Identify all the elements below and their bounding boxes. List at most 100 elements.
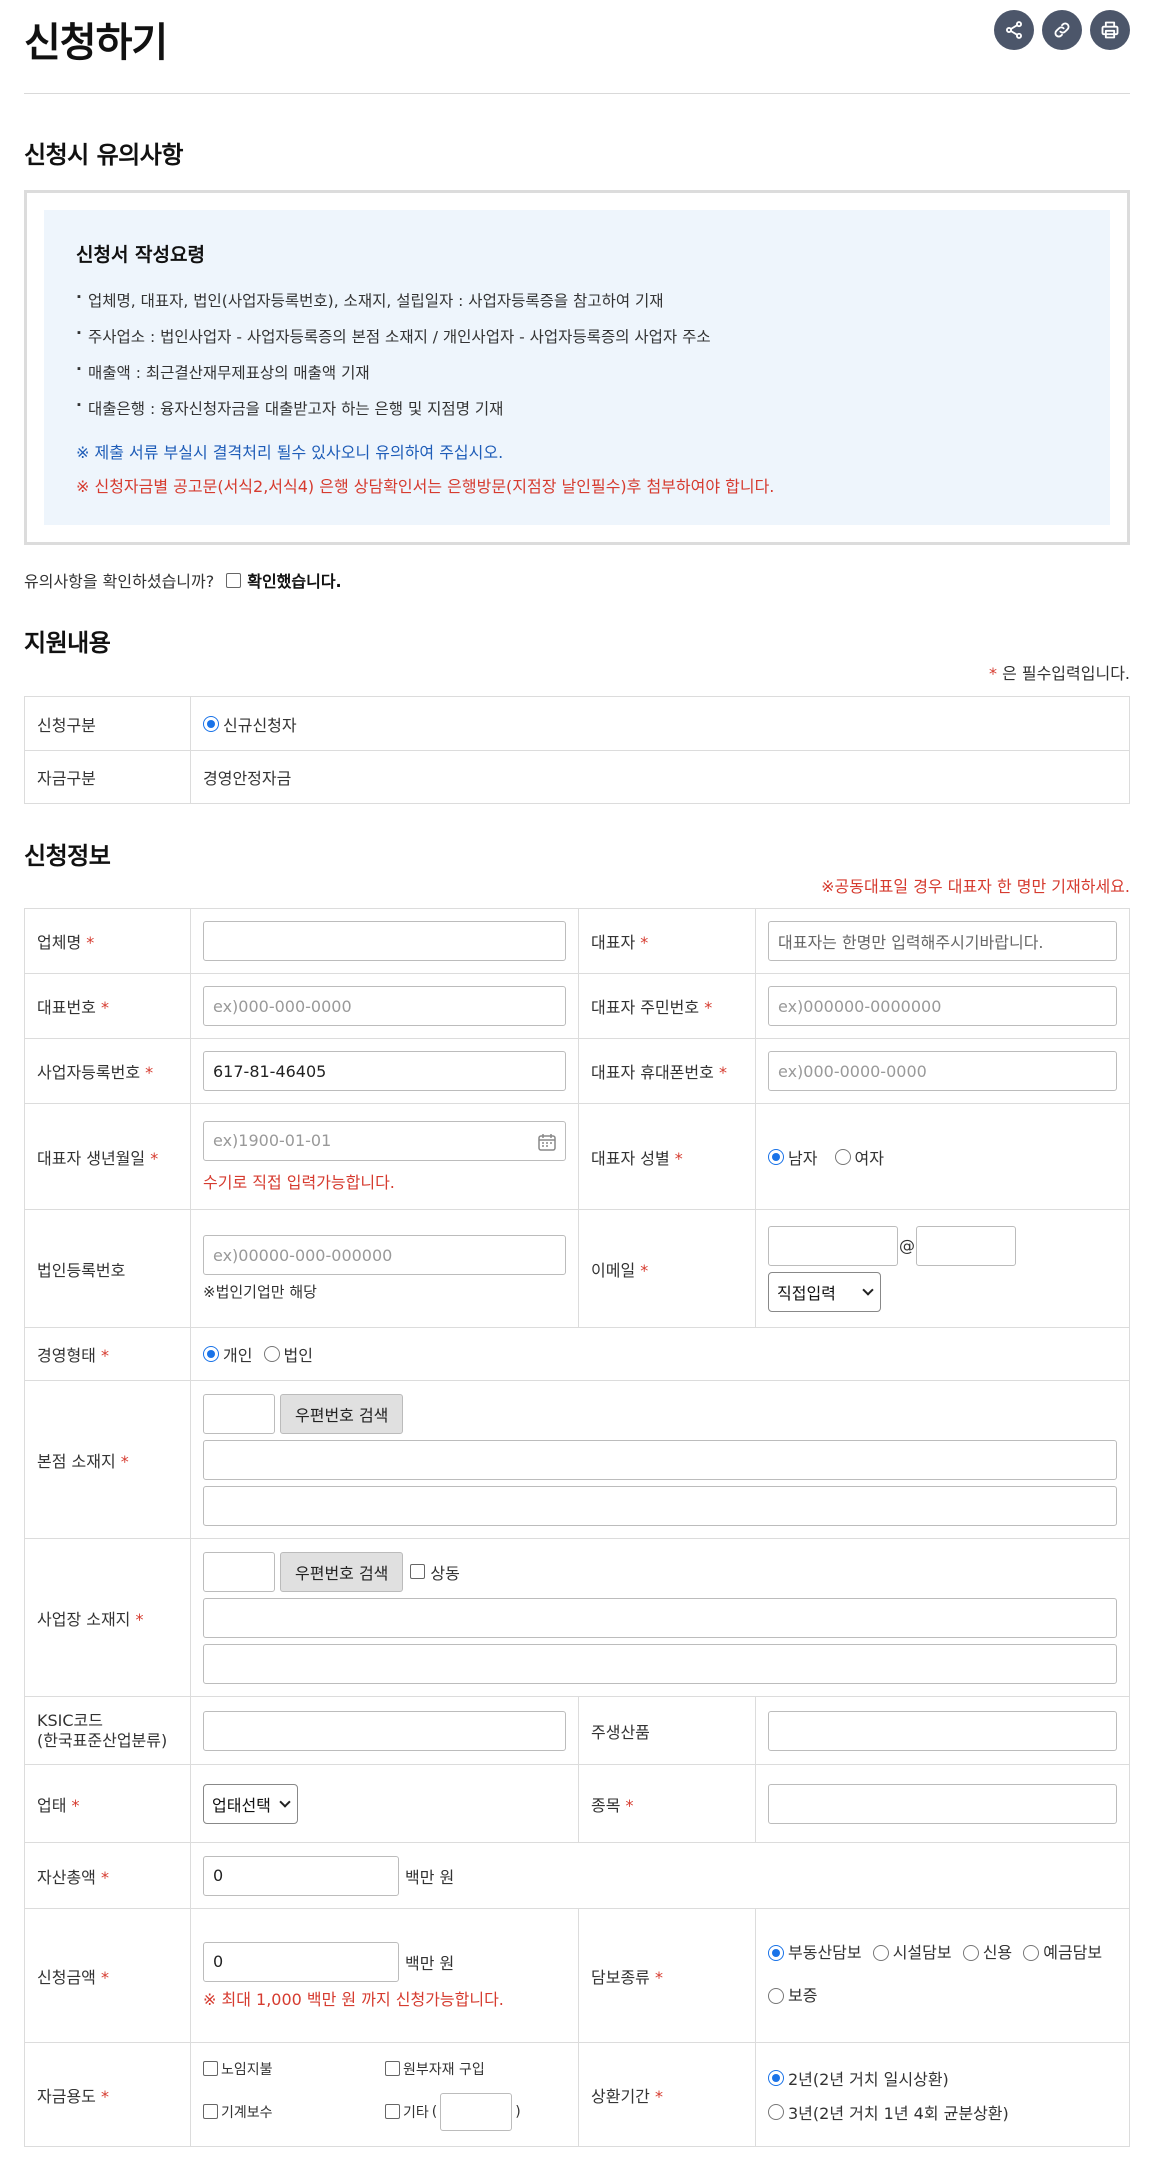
required-star: *	[625, 1795, 634, 1815]
usage-option-repair[interactable]: 기계보수	[203, 2102, 385, 2122]
type-label: 신청구분	[24, 696, 191, 751]
usage-materials-label: 원부자재 구입	[403, 2061, 485, 2078]
required-star: *	[100, 1346, 109, 1365]
hq-zip-input[interactable]	[203, 1393, 275, 1434]
corpno-label: 법인등록번호	[37, 1260, 126, 1280]
ceo-mobile-input[interactable]: ex)000-0000-0000	[768, 1051, 1117, 1091]
amount-input[interactable]: 0	[203, 1941, 399, 1982]
biztype-option-individual[interactable]: 개인	[203, 1342, 252, 1366]
usage-option-materials[interactable]: 원부자재 구입	[385, 2059, 485, 2079]
required-star: *	[135, 1609, 144, 1629]
site-label: 사업장 소재지	[37, 1609, 131, 1629]
usage-other-checkbox[interactable]	[385, 2104, 400, 2119]
radio-selected[interactable]	[203, 715, 219, 732]
corpno-hint: ※법인기업만 해당	[203, 1283, 317, 1301]
page-title: 신청하기	[24, 20, 168, 66]
radio-unselected[interactable]	[768, 1987, 784, 2004]
radio-selected[interactable]	[768, 2069, 784, 2086]
amount-label: 신청금액	[37, 1967, 96, 1987]
share-toolbar	[994, 10, 1130, 50]
same-as-hq-label[interactable]: 상동	[430, 1560, 459, 1584]
confirm-checkbox[interactable]	[226, 572, 242, 588]
radio-selected[interactable]	[203, 1346, 219, 1362]
usage-option-other[interactable]: 기타()	[385, 2092, 521, 2131]
gender-option-female[interactable]: 여자	[834, 1145, 884, 1169]
hq-address2-input[interactable]	[203, 1485, 1117, 1526]
collateral-facility-label: 시설담보	[892, 1942, 952, 1962]
assets-value: 0	[213, 1866, 224, 1885]
usage-repair-label: 기계보수	[221, 2104, 273, 2121]
share-button[interactable]	[994, 10, 1034, 50]
hq-label: 본점 소재지	[37, 1451, 116, 1471]
company-name-input[interactable]	[203, 921, 566, 961]
usage-option-wages[interactable]: 노임지불	[203, 2059, 385, 2079]
radio-unselected[interactable]	[1023, 1944, 1040, 1961]
phone-input[interactable]: ex)000-000-0000	[203, 986, 566, 1026]
industry-select-value: 업태선택	[212, 1795, 271, 1815]
hq-address1-input[interactable]	[203, 1439, 1117, 1480]
hq-zip-search-button[interactable]: 우편번호 검색	[280, 1393, 404, 1434]
assets-unit: 백만 원	[405, 1867, 455, 1887]
fund-label: 자금구분	[24, 750, 191, 804]
radio-unselected[interactable]	[834, 1148, 851, 1165]
assets-label: 자산총액	[37, 1867, 96, 1887]
item-label: 종목	[591, 1795, 621, 1815]
biztype-label: 경영형태	[37, 1346, 96, 1365]
usage-other-input[interactable]	[440, 2092, 513, 2131]
collateral-option-realestate[interactable]: 부동산담보	[768, 1933, 862, 1973]
gender-label: 대표자 성별	[591, 1148, 670, 1168]
print-button[interactable]	[1090, 10, 1130, 50]
radio-unselected[interactable]	[872, 1944, 889, 1961]
confirm-label[interactable]: 확인했습니다.	[247, 568, 341, 592]
radio-unselected[interactable]	[962, 1944, 979, 1961]
required-star: *	[988, 664, 997, 683]
email-domain-select[interactable]: 직접입력	[768, 1271, 881, 1312]
product-input[interactable]	[768, 1710, 1117, 1751]
collateral-option-credit[interactable]: 신용	[962, 1933, 1013, 1973]
ceo-id-input[interactable]: ex)000000-0000000	[768, 986, 1117, 1026]
notice-heading: 신청시 유의사항	[24, 141, 183, 169]
required-star: *	[120, 1451, 129, 1471]
industry-label: 업태	[37, 1795, 67, 1815]
usage-wages-checkbox[interactable]	[203, 2061, 218, 2076]
calendar-icon[interactable]	[537, 1132, 557, 1152]
email-domain-input[interactable]	[916, 1225, 1016, 1266]
same-as-hq-checkbox[interactable]	[410, 1564, 426, 1579]
notice-list: 업체명, 대표자, 법인(사업자등록번호), 소재지, 설립일자 : 사업자등록…	[76, 288, 1078, 419]
collateral-option-deposit[interactable]: 예금담보	[1023, 1933, 1102, 1973]
site-address1-input[interactable]	[203, 1597, 1117, 1638]
ceo-input[interactable]: 대표자는 한명만 입력해주시기바랍니다.	[768, 921, 1117, 961]
biztype-option-corporation[interactable]: 법인	[263, 1342, 313, 1366]
radio-selected[interactable]	[768, 1148, 784, 1165]
site-zip-search-button[interactable]: 우편번호 검색	[280, 1551, 404, 1592]
collateral-option-facility[interactable]: 시설담보	[872, 1933, 952, 1973]
repay-option-2y[interactable]: 2년(2년 거치 일시상환)	[768, 2066, 949, 2090]
gender-option-male[interactable]: 남자	[768, 1145, 817, 1169]
usage-repair-checkbox[interactable]	[203, 2104, 218, 2119]
radio-selected[interactable]	[768, 1944, 784, 1961]
ksic-input[interactable]	[203, 1710, 566, 1751]
industry-select[interactable]: 업태선택	[203, 1783, 298, 1824]
site-address2-input[interactable]	[203, 1643, 1117, 1684]
email-local-input[interactable]	[768, 1225, 898, 1266]
phone-label: 대표번호	[37, 998, 96, 1017]
bizno-input[interactable]: 617-81-46405	[203, 1051, 566, 1091]
required-star: *	[71, 1795, 80, 1815]
repay-3y-label: 3년(2년 거치 1년 4회 균분상환)	[788, 2103, 1009, 2123]
assets-input[interactable]: 0	[203, 1855, 399, 1896]
radio-unselected[interactable]	[263, 1346, 280, 1362]
birth-input[interactable]: ex)1900-01-01	[203, 1120, 566, 1161]
type-option-new[interactable]: 신규신청자	[203, 712, 297, 736]
collateral-option-guarantee[interactable]: 보증	[768, 1976, 817, 2016]
item-input[interactable]	[768, 1783, 1117, 1824]
corpno-placeholder: ex)00000-000-000000	[213, 1245, 393, 1265]
usage-materials-checkbox[interactable]	[385, 2061, 400, 2076]
radio-unselected[interactable]	[768, 2103, 784, 2120]
collateral-credit-label: 신용	[982, 1942, 1013, 1962]
copy-link-button[interactable]	[1042, 10, 1082, 50]
site-zip-input[interactable]	[203, 1551, 275, 1592]
required-star: *	[100, 1967, 109, 1987]
link-icon	[1054, 22, 1070, 38]
repay-option-3y[interactable]: 3년(2년 거치 1년 4회 균분상환)	[768, 2100, 1009, 2124]
corpno-input[interactable]: ex)00000-000-000000	[203, 1235, 566, 1275]
